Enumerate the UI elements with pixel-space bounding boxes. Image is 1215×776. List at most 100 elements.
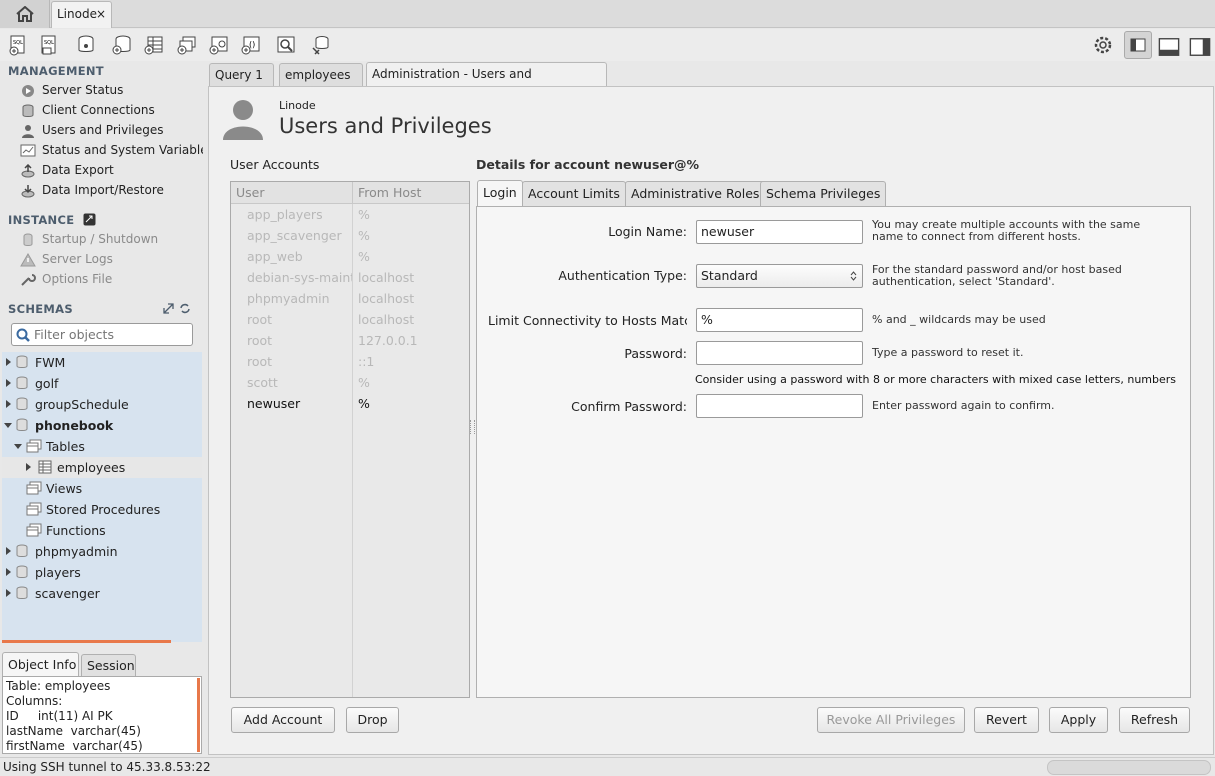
- database-icon: [16, 565, 28, 578]
- tab-session[interactable]: Session: [81, 654, 136, 677]
- expand-icon[interactable]: [163, 303, 174, 314]
- account-row[interactable]: root localhost: [232, 309, 468, 330]
- sidebar-splitter[interactable]: [0, 643, 203, 651]
- search-table-data-icon[interactable]: [275, 34, 297, 56]
- account-row[interactable]: root 127.0.0.1: [232, 330, 468, 351]
- home-tab[interactable]: [0, 0, 50, 28]
- account-row[interactable]: app_scavenger%: [232, 225, 468, 246]
- pane-splitter[interactable]: [470, 420, 475, 434]
- instance-status-icon: [83, 213, 96, 226]
- schema-node-players[interactable]: players: [2, 562, 202, 583]
- connection-tab[interactable]: Linode ×: [51, 1, 112, 28]
- tree-node-views[interactable]: Views: [2, 478, 202, 499]
- tree-node-tables[interactable]: Tables: [2, 436, 202, 457]
- revoke-all-button[interactable]: Revoke All Privileges: [817, 707, 965, 733]
- account-row[interactable]: phpmyadmin localhost: [232, 288, 468, 309]
- refresh-button[interactable]: Refresh: [1119, 707, 1190, 733]
- tab-query-1[interactable]: Query 1 ×: [209, 63, 274, 104]
- account-row[interactable]: app_web%: [232, 246, 468, 267]
- close-icon[interactable]: ×: [96, 2, 106, 26]
- object-info-line: firstName varchar(45): [6, 739, 143, 753]
- create-schema-icon[interactable]: [111, 34, 133, 56]
- nav-client-connections[interactable]: Client Connections: [20, 101, 155, 119]
- create-view-icon[interactable]: [176, 34, 198, 56]
- toggle-secondary-sidebar-icon[interactable]: [1189, 36, 1211, 58]
- tab-schema-privileges[interactable]: Schema Privileges: [760, 181, 887, 206]
- tab-administration-users[interactable]: Administration - Users and Privileges×: [366, 62, 607, 103]
- tab-account-limits[interactable]: Account Limits: [522, 181, 626, 206]
- create-function-icon[interactable]: (): [240, 34, 262, 56]
- new-sql-tab-icon[interactable]: SQL: [8, 34, 30, 56]
- account-user: root: [247, 312, 273, 327]
- nav-startup-shutdown[interactable]: Startup / Shutdown: [20, 230, 158, 248]
- account-host: %: [358, 375, 370, 390]
- tree-node-functions[interactable]: Functions: [2, 520, 202, 541]
- main-toolbar: SQL SQL (): [0, 29, 1215, 61]
- confirm-password-input[interactable]: [696, 394, 863, 418]
- nav-users-privileges[interactable]: Users and Privileges: [20, 121, 164, 139]
- create-table-icon[interactable]: [143, 34, 165, 56]
- reconnect-icon[interactable]: [310, 34, 332, 56]
- revert-button[interactable]: Revert: [974, 707, 1039, 733]
- schema-filter-field[interactable]: [11, 323, 193, 346]
- nav-server-status[interactable]: Server Status: [20, 81, 123, 99]
- apply-button[interactable]: Apply: [1049, 707, 1108, 733]
- toggle-sidebar-button[interactable]: [1124, 31, 1152, 59]
- tree-node-employees[interactable]: employees: [2, 457, 202, 478]
- nav-label: Startup / Shutdown: [42, 232, 159, 246]
- schema-filter-input[interactable]: [34, 326, 184, 343]
- nav-label: Server Logs: [42, 252, 113, 266]
- schema-inspector-icon[interactable]: [76, 34, 98, 56]
- status-variables-icon: [20, 144, 36, 156]
- tab-employees[interactable]: employees ×: [279, 63, 363, 104]
- tree-node-procedures[interactable]: Stored Procedures: [2, 499, 202, 520]
- account-row-selected[interactable]: newuser%: [232, 393, 468, 414]
- account-row[interactable]: app_players%: [232, 204, 468, 225]
- col-host-header[interactable]: From Host: [358, 182, 421, 203]
- schema-node-phonebook[interactable]: phonebook: [2, 415, 202, 436]
- schema-label: groupSchedule: [35, 397, 129, 412]
- account-user: app_scavenger: [247, 228, 342, 243]
- toggle-output-icon[interactable]: [1158, 36, 1180, 58]
- schema-node-phpmyadmin[interactable]: phpmyadmin: [2, 541, 202, 562]
- add-account-button[interactable]: Add Account: [231, 707, 335, 733]
- object-info-line: Table: employees: [6, 679, 111, 693]
- account-user: app_web: [247, 249, 303, 264]
- table-icon: [38, 460, 52, 474]
- drop-button[interactable]: Drop: [346, 707, 399, 733]
- tab-administrative-roles[interactable]: Administrative Roles: [625, 181, 766, 206]
- nav-options-file[interactable]: Options File: [20, 270, 112, 288]
- nav-label: Data Import/Restore: [42, 183, 164, 197]
- schema-node-golf[interactable]: golf: [2, 373, 202, 394]
- schema-node-scavenger[interactable]: scavenger: [2, 583, 202, 604]
- account-user: phpmyadmin: [247, 291, 330, 306]
- nav-data-export[interactable]: Data Export: [20, 161, 114, 179]
- nav-data-import[interactable]: Data Import/Restore: [20, 181, 164, 199]
- svg-text:SQL: SQL: [13, 40, 23, 46]
- hosts-input[interactable]: %: [696, 308, 863, 332]
- info-scrollbar[interactable]: [197, 678, 200, 752]
- account-user: root: [247, 333, 273, 348]
- account-row[interactable]: scott%: [232, 372, 468, 393]
- account-row[interactable]: root::1: [232, 351, 468, 372]
- nav-status-variables[interactable]: Status and System Variables: [20, 141, 203, 159]
- schema-node-groupschedule[interactable]: groupSchedule: [2, 394, 202, 415]
- schema-label: players: [35, 565, 81, 580]
- login-name-input[interactable]: newuser: [696, 220, 863, 244]
- settings-icon[interactable]: [1092, 34, 1114, 56]
- warning-icon: [20, 252, 36, 266]
- startup-icon: [23, 233, 33, 246]
- tab-object-info[interactable]: Object Info: [2, 652, 79, 677]
- tab-login[interactable]: Login: [477, 180, 523, 206]
- refresh-schemas-icon[interactable]: [179, 303, 191, 314]
- col-user-header[interactable]: User: [236, 182, 265, 203]
- database-icon: [16, 586, 28, 599]
- nav-server-logs[interactable]: Server Logs: [20, 250, 113, 268]
- open-sql-script-icon[interactable]: SQL: [39, 34, 61, 56]
- account-row[interactable]: debian-sys-maint localhost: [232, 267, 468, 288]
- details-title: Details for account newuser@%: [476, 157, 700, 172]
- password-input[interactable]: [696, 341, 863, 365]
- schema-node-fwm[interactable]: FWM: [2, 352, 202, 373]
- create-procedure-icon[interactable]: [208, 34, 230, 56]
- auth-type-select[interactable]: Standard: [696, 264, 863, 288]
